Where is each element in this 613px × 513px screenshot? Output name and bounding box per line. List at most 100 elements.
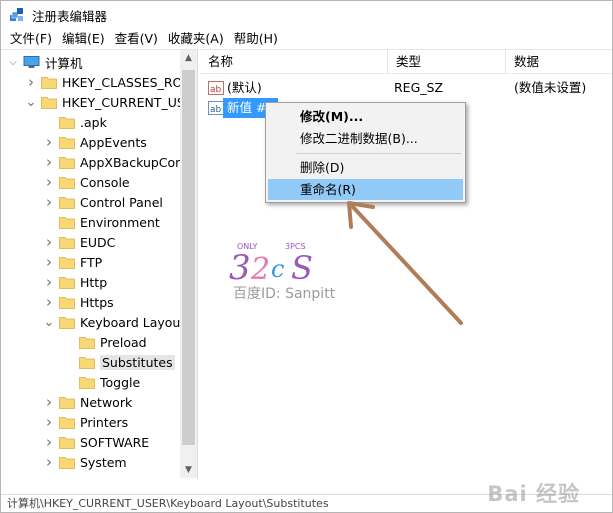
tree-item[interactable]: › Network bbox=[43, 392, 132, 412]
chevron-right-icon[interactable]: › bbox=[43, 453, 55, 471]
chevron-right-icon[interactable]: › bbox=[43, 413, 55, 431]
tree-item-label: Https bbox=[80, 294, 114, 310]
tree-item[interactable]: › AppEvents bbox=[43, 132, 147, 152]
chevron-right-icon[interactable]: › bbox=[43, 153, 55, 171]
tree-item[interactable]: › Printers bbox=[43, 412, 128, 432]
chevron-right-icon[interactable]: › bbox=[43, 193, 55, 211]
menu-file[interactable]: 文件(F) bbox=[5, 29, 57, 49]
tree-item-label: HKEY_CLASSES_ROOT bbox=[62, 74, 198, 90]
svg-text:3: 3 bbox=[229, 248, 251, 287]
tree-item[interactable]: › System bbox=[43, 452, 127, 472]
window-title: 注册表编辑器 bbox=[32, 8, 108, 24]
tree-item-label: Preload bbox=[100, 334, 147, 350]
tree-item-label: HKEY_CURRENT_USER bbox=[62, 94, 198, 110]
folder-icon bbox=[41, 96, 57, 109]
context-menu: 修改(M)... 修改二进制数据(B)... 删除(D) 重命名(R) bbox=[265, 102, 466, 203]
value-name: (默认) bbox=[227, 80, 262, 95]
folder-icon bbox=[59, 156, 75, 169]
tree-scrollbar[interactable]: ▲ ▼ bbox=[180, 50, 197, 478]
context-delete[interactable]: 删除(D) bbox=[268, 157, 463, 178]
tree-item-label: Control Panel bbox=[80, 194, 163, 210]
chevron-right-icon[interactable]: › bbox=[43, 393, 55, 411]
chevron-right-icon[interactable]: › bbox=[43, 133, 55, 151]
menu-bar: 文件(F) 编辑(E) 查看(V) 收藏夹(A) 帮助(H) bbox=[1, 29, 612, 49]
baidu-watermark: Bai 经验 bbox=[487, 482, 580, 506]
tree-item[interactable]: › Control Panel bbox=[43, 192, 163, 212]
tree-item-label: FTP bbox=[80, 254, 103, 270]
folder-icon bbox=[59, 216, 75, 229]
tree-item[interactable]: Substitutes bbox=[63, 352, 175, 372]
context-modify[interactable]: 修改(M)... bbox=[268, 106, 463, 127]
tree-item[interactable]: › Https bbox=[43, 292, 114, 312]
folder-icon bbox=[59, 456, 75, 469]
svg-text:ONLY: ONLY bbox=[237, 242, 258, 251]
tree-item-label: System bbox=[80, 454, 127, 470]
folder-icon bbox=[59, 276, 75, 289]
svg-text:3PCS: 3PCS bbox=[285, 242, 306, 251]
chevron-right-icon[interactable]: › bbox=[43, 253, 55, 271]
folder-icon bbox=[59, 236, 75, 249]
chevron-down-icon[interactable]: ⌄ bbox=[25, 95, 37, 110]
tree-item-label: Keyboard Layout bbox=[80, 314, 186, 330]
column-header-type[interactable]: 类型 bbox=[388, 50, 506, 74]
tree-item-label: Environment bbox=[80, 214, 160, 230]
tree-item[interactable]: Toggle bbox=[63, 372, 140, 392]
folder-icon bbox=[41, 76, 57, 89]
chevron-right-icon[interactable]: › bbox=[25, 73, 37, 91]
column-header-name[interactable]: 名称 bbox=[200, 50, 388, 74]
folder-icon bbox=[59, 296, 75, 309]
menu-view[interactable]: 查看(V) bbox=[110, 29, 163, 49]
tree-item[interactable]: .apk bbox=[43, 112, 107, 132]
string-value-icon: ab bbox=[208, 81, 224, 95]
scroll-down-icon[interactable]: ▼ bbox=[180, 462, 197, 478]
chevron-down-icon[interactable]: ⌄ bbox=[43, 315, 55, 330]
tree-item[interactable]: › SOFTWARE bbox=[43, 432, 149, 452]
folder-icon bbox=[59, 256, 75, 269]
tree-item[interactable]: ›AppXBackupContentType bbox=[43, 152, 197, 172]
scrollbar-thumb[interactable] bbox=[182, 70, 195, 445]
menu-edit[interactable]: 编辑(E) bbox=[57, 29, 110, 49]
tree-item[interactable]: ⌄ Keyboard Layout bbox=[43, 312, 186, 332]
tree-item[interactable]: › HKEY_CLASSES_ROOT bbox=[25, 72, 198, 92]
folder-icon bbox=[59, 136, 75, 149]
tree-item-label: SOFTWARE bbox=[80, 434, 150, 450]
svg-text:ab: ab bbox=[210, 85, 222, 95]
tree-item[interactable]: › FTP bbox=[43, 252, 102, 272]
registry-editor-window: 注册表编辑器 文件(F) 编辑(E) 查看(V) 收藏夹(A) 帮助(H) ⌵ … bbox=[0, 0, 613, 513]
chevron-right-icon[interactable]: › bbox=[43, 273, 55, 291]
chevron-right-icon[interactable]: › bbox=[43, 233, 55, 251]
folder-icon bbox=[59, 316, 75, 329]
folder-icon bbox=[79, 336, 95, 349]
folder-icon bbox=[59, 116, 75, 129]
svg-text:c: c bbox=[271, 255, 284, 283]
tree-item[interactable]: Preload bbox=[63, 332, 147, 352]
chevron-down-icon[interactable]: ⌵ bbox=[7, 57, 19, 68]
title-bar: 注册表编辑器 bbox=[1, 1, 612, 29]
watermark-logo: 3 2 c S ONLY 3PCS 百度ID: Sanpitt bbox=[227, 237, 367, 307]
chevron-right-icon[interactable]: › bbox=[43, 293, 55, 311]
tree-item[interactable]: › Console bbox=[43, 172, 130, 192]
chevron-right-icon[interactable]: › bbox=[43, 433, 55, 451]
context-modify-binary[interactable]: 修改二进制数据(B)... bbox=[268, 128, 463, 149]
tree-root-label: 计算机 bbox=[45, 55, 83, 71]
tree-item-label: Console bbox=[80, 174, 130, 190]
list-header: 名称 类型 数据 bbox=[200, 50, 612, 74]
context-rename[interactable]: 重命名(R) bbox=[268, 179, 463, 200]
chevron-right-icon[interactable]: › bbox=[43, 173, 55, 191]
menu-favorites[interactable]: 收藏夹(A) bbox=[163, 29, 229, 49]
tree-root-computer[interactable]: ⌵ 计算机 bbox=[7, 52, 83, 72]
menu-separator bbox=[296, 153, 461, 154]
folder-icon bbox=[59, 176, 75, 189]
scroll-up-icon[interactable]: ▲ bbox=[180, 50, 197, 66]
tree-item[interactable]: Environment bbox=[43, 212, 160, 232]
list-row-default[interactable]: ab (默认) REG_SZ (数值未设置) bbox=[200, 78, 612, 98]
svg-text:2: 2 bbox=[250, 252, 270, 287]
tree-item[interactable]: › EUDC bbox=[43, 232, 115, 252]
folder-icon bbox=[59, 436, 75, 449]
column-header-data[interactable]: 数据 bbox=[506, 50, 612, 74]
tree-item[interactable]: › Http bbox=[43, 272, 107, 292]
folder-icon bbox=[59, 396, 75, 409]
menu-help[interactable]: 帮助(H) bbox=[229, 29, 283, 49]
folder-icon bbox=[59, 196, 75, 209]
tree-item[interactable]: ⌄ HKEY_CURRENT_USER bbox=[25, 92, 198, 112]
